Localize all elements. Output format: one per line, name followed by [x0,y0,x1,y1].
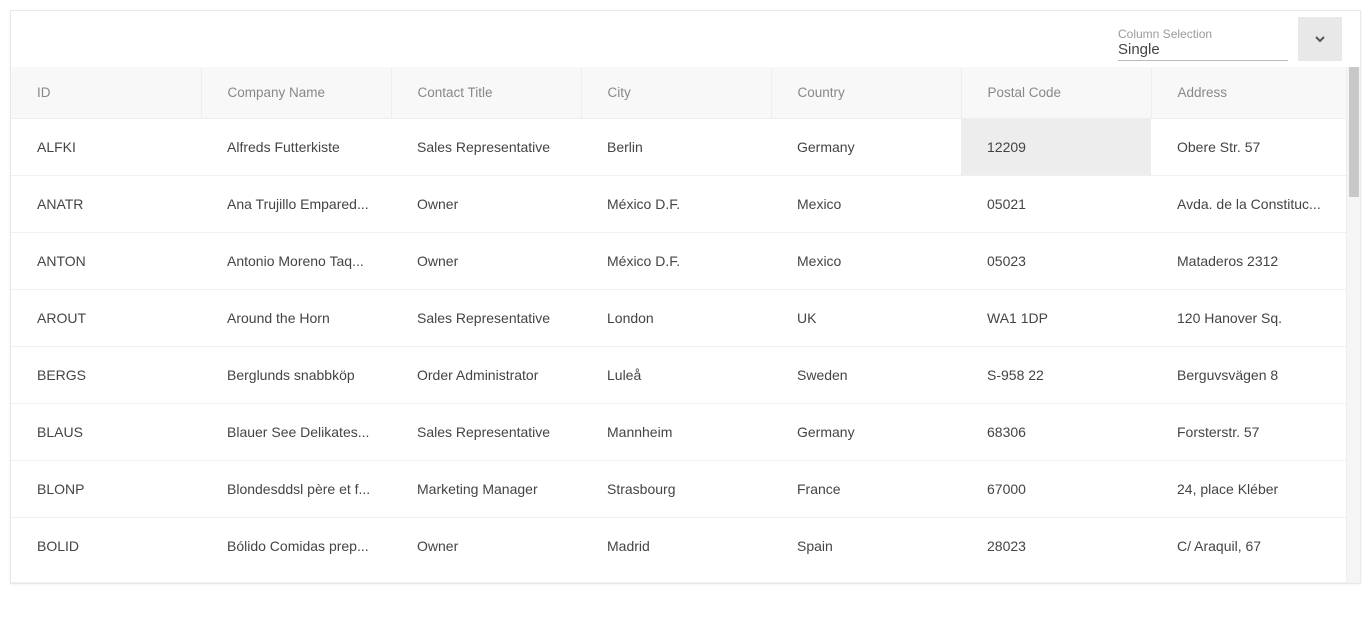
cell-country[interactable]: France [771,461,961,518]
cell-id[interactable]: BLONP [11,461,201,518]
cell-title[interactable]: Sales Representative [391,119,581,176]
table-row: BLONPBlondesddsl père et f...Marketing M… [11,461,1346,518]
cell-address[interactable]: 120 Hanover Sq. [1151,290,1346,347]
data-grid: Column Selection Single ID Company Name … [10,10,1361,584]
cell-company[interactable]: Blondesddsl père et f... [201,461,391,518]
cell-postal[interactable]: 67000 [961,461,1151,518]
cell-address[interactable]: Avda. de la Constituc... [1151,176,1346,233]
cell-city[interactable]: Madrid [581,518,771,583]
table-row: ALFKIAlfreds FutterkisteSales Representa… [11,119,1346,176]
cell-address[interactable]: Mataderos 2312 [1151,233,1346,290]
cell-country[interactable]: Sweden [771,347,961,404]
table-row: BOLIDBólido Comidas prep...OwnerMadridSp… [11,518,1346,583]
cell-company[interactable]: Around the Horn [201,290,391,347]
cell-company[interactable]: Alfreds Futterkiste [201,119,391,176]
cell-address[interactable]: 24, place Kléber [1151,461,1346,518]
cell-country[interactable]: Germany [771,404,961,461]
cell-country[interactable]: UK [771,290,961,347]
cell-title[interactable]: Sales Representative [391,290,581,347]
table-row: BERGSBerglunds snabbköpOrder Administrat… [11,347,1346,404]
cell-id[interactable]: BERGS [11,347,201,404]
cell-country[interactable]: Spain [771,518,961,583]
cell-city[interactable]: Strasbourg [581,461,771,518]
cell-id[interactable]: AROUT [11,290,201,347]
column-selection-select[interactable]: Column Selection Single [1118,27,1288,61]
cell-city[interactable]: Berlin [581,119,771,176]
vertical-scrollbar[interactable] [1346,67,1360,583]
cell-address[interactable]: Berguvsvägen 8 [1151,347,1346,404]
cell-company[interactable]: Blauer See Delikates... [201,404,391,461]
column-header-city[interactable]: City [581,67,771,119]
data-table: ID Company Name Contact Title City Count… [11,67,1346,583]
cell-country[interactable]: Germany [771,119,961,176]
cell-city[interactable]: Mannheim [581,404,771,461]
cell-postal[interactable]: 68306 [961,404,1151,461]
cell-address[interactable]: Obere Str. 57 [1151,119,1346,176]
scroll-thumb[interactable] [1349,67,1359,197]
cell-title[interactable]: Owner [391,233,581,290]
cell-title[interactable]: Marketing Manager [391,461,581,518]
cell-postal[interactable]: WA1 1DP [961,290,1151,347]
cell-address[interactable]: C/ Araquil, 67 [1151,518,1346,583]
cell-postal[interactable]: S-958 22 [961,347,1151,404]
cell-title[interactable]: Order Administrator [391,347,581,404]
cell-id[interactable]: BOLID [11,518,201,583]
column-header-country[interactable]: Country [771,67,961,119]
cell-id[interactable]: ALFKI [11,119,201,176]
cell-id[interactable]: ANTON [11,233,201,290]
column-header-id[interactable]: ID [11,67,201,119]
select-value: Single [1118,41,1288,58]
column-header-address[interactable]: Address [1151,67,1346,119]
column-header-company[interactable]: Company Name [201,67,391,119]
cell-country[interactable]: Mexico [771,233,961,290]
table-row: ANATRAna Trujillo Empared...OwnerMéxico … [11,176,1346,233]
cell-title[interactable]: Sales Representative [391,404,581,461]
dropdown-toggle-button[interactable] [1298,17,1342,61]
cell-company[interactable]: Berglunds snabbköp [201,347,391,404]
cell-postal[interactable]: 12209 [961,119,1151,176]
cell-title[interactable]: Owner [391,176,581,233]
cell-postal[interactable]: 28023 [961,518,1151,583]
header-row: ID Company Name Contact Title City Count… [11,67,1346,119]
cell-company[interactable]: Bólido Comidas prep... [201,518,391,583]
toolbar: Column Selection Single [11,11,1360,67]
table-row: ANTONAntonio Moreno Taq...OwnerMéxico D.… [11,233,1346,290]
cell-city[interactable]: Luleå [581,347,771,404]
cell-city[interactable]: México D.F. [581,233,771,290]
column-header-postal[interactable]: Postal Code [961,67,1151,119]
cell-city[interactable]: México D.F. [581,176,771,233]
cell-company[interactable]: Antonio Moreno Taq... [201,233,391,290]
cell-postal[interactable]: 05023 [961,233,1151,290]
cell-city[interactable]: London [581,290,771,347]
column-header-contact-title[interactable]: Contact Title [391,67,581,119]
cell-id[interactable]: ANATR [11,176,201,233]
table-row: BLAUSBlauer See Delikates...Sales Repres… [11,404,1346,461]
select-label: Column Selection [1118,27,1288,41]
table-row: AROUTAround the HornSales Representative… [11,290,1346,347]
cell-postal[interactable]: 05021 [961,176,1151,233]
cell-country[interactable]: Mexico [771,176,961,233]
chevron-down-icon [1314,33,1326,45]
cell-company[interactable]: Ana Trujillo Empared... [201,176,391,233]
cell-title[interactable]: Owner [391,518,581,583]
cell-address[interactable]: Forsterstr. 57 [1151,404,1346,461]
cell-id[interactable]: BLAUS [11,404,201,461]
